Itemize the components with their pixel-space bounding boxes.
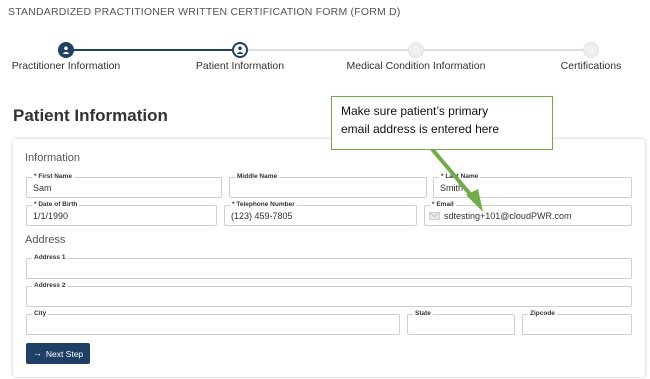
page-title: Patient Information <box>13 106 168 125</box>
first-name-value: Sam <box>33 183 52 193</box>
callout-line-1: Make sure patient’s primary <box>341 104 489 118</box>
email-label: * Email <box>430 201 456 208</box>
form-title: STANDARDIZED PRACTITIONER WRITTEN CERTIF… <box>8 6 401 18</box>
date-of-birth-field[interactable]: * Date of Birth 1/1/1990 <box>26 201 217 226</box>
callout-line-2: email address is entered here <box>341 122 500 136</box>
telephone-field[interactable]: * Telephone Number (123) 459-7805 <box>224 201 417 226</box>
next-step-label: Next Step <box>45 348 84 359</box>
next-step-button[interactable]: → Next Step <box>26 343 90 364</box>
stepper-line-completed <box>66 49 234 51</box>
city-label: City <box>32 310 49 317</box>
step-3-dot[interactable] <box>408 42 424 58</box>
step-label-medical-condition[interactable]: Medical Condition Information <box>347 60 486 72</box>
arrow-right-icon: → <box>32 348 42 358</box>
section-title-information: Information <box>25 152 81 164</box>
person-icon <box>236 46 244 54</box>
certificate-icon <box>588 47 594 53</box>
address2-field[interactable]: Address 2 <box>26 282 632 307</box>
annotation-callout: Make sure patient’s primary email addres… <box>331 96 553 150</box>
address1-field[interactable]: Address 1 <box>26 254 632 279</box>
telephone-label: * Telephone Number <box>230 201 297 208</box>
step-label-practitioner[interactable]: Practitioner Information <box>12 60 121 72</box>
email-field[interactable]: * Email sdtesting+101@cloudPWR.com <box>424 201 632 226</box>
person-icon <box>62 46 70 54</box>
telephone-value: (123) 459-7805 <box>231 211 293 221</box>
last-name-field[interactable]: * Last Name Smith <box>433 173 632 198</box>
zipcode-label: Zipcode <box>528 310 557 317</box>
zipcode-field[interactable]: Zipcode <box>522 310 632 335</box>
first-name-field[interactable]: * First Name Sam <box>26 173 222 198</box>
envelope-icon <box>429 212 440 220</box>
address1-label: Address 1 <box>32 254 68 261</box>
address2-label: Address 2 <box>32 282 68 289</box>
step-1-dot[interactable] <box>58 42 74 58</box>
medical-icon <box>412 46 420 54</box>
step-label-certifications[interactable]: Certifications <box>561 60 622 72</box>
section-title-address: Address <box>25 234 66 246</box>
first-name-label: * First Name <box>32 173 74 180</box>
date-of-birth-value: 1/1/1990 <box>33 211 69 221</box>
step-4-dot[interactable] <box>583 42 599 58</box>
last-name-label: * Last Name <box>439 173 481 180</box>
state-field[interactable]: State <box>407 310 515 335</box>
city-field[interactable]: City <box>26 310 400 335</box>
email-value: sdtesting+101@cloudPWR.com <box>444 211 572 221</box>
step-2-dot[interactable] <box>232 42 248 58</box>
middle-name-field[interactable]: Middle Name <box>229 173 427 198</box>
middle-name-label: Middle Name <box>235 173 280 180</box>
last-name-value: Smith <box>440 183 464 193</box>
date-of-birth-label: * Date of Birth <box>32 201 80 208</box>
state-label: State <box>413 310 433 317</box>
step-label-patient[interactable]: Patient Information <box>196 60 284 72</box>
progress-stepper: Practitioner Information Patient Informa… <box>0 40 650 74</box>
